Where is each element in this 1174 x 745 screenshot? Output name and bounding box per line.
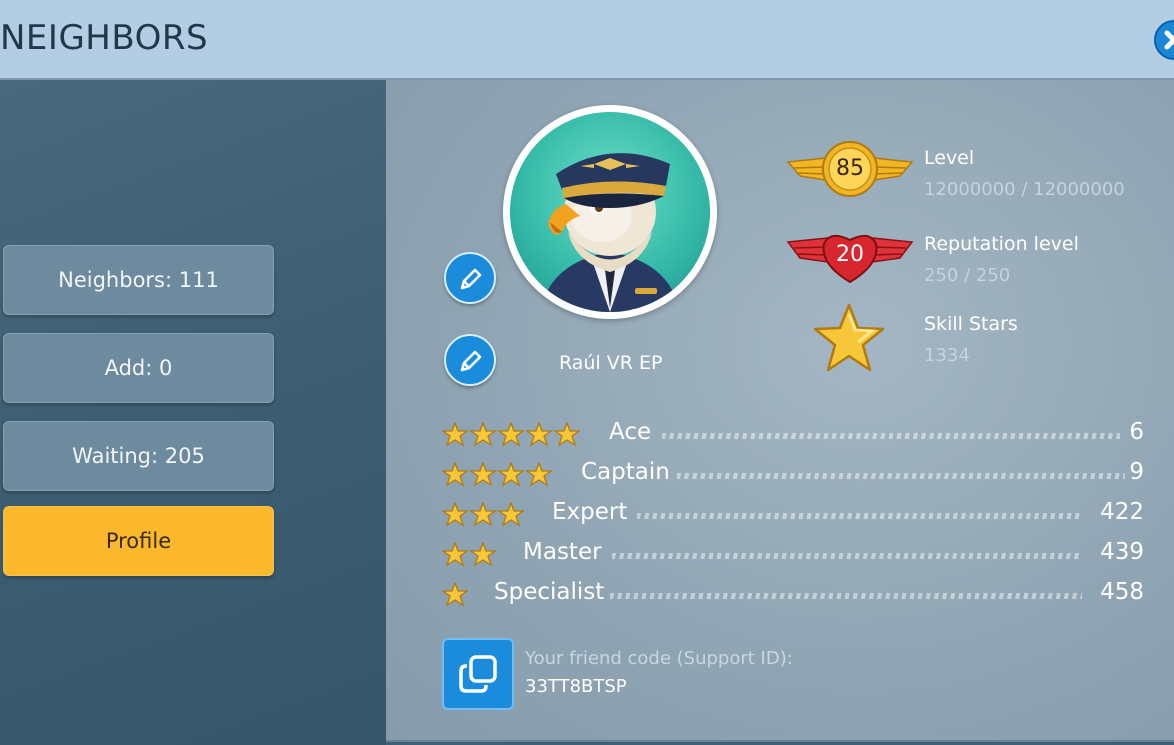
rank-count: 6	[1129, 419, 1144, 445]
rank-stars-4	[442, 462, 555, 488]
sidebar-item-waiting[interactable]: Waiting: 205	[3, 421, 274, 491]
eagle-pilot-avatar-icon	[510, 112, 710, 312]
edit-name-button[interactable]	[444, 334, 496, 386]
level-label: Level	[924, 147, 975, 169]
rank-stars-2	[442, 542, 499, 568]
rank-count: 439	[1100, 539, 1144, 565]
rank-count: 458	[1100, 579, 1144, 605]
level-badge: 85	[836, 156, 864, 181]
rank-stars-1	[442, 582, 470, 608]
sidebar-item-profile[interactable]: Profile	[3, 506, 274, 576]
pencil-icon	[460, 268, 482, 290]
friend-code-label: Your friend code (Support ID):	[525, 648, 793, 669]
rank-row-captain: Captain 9	[442, 458, 1144, 492]
edit-avatar-button[interactable]	[444, 252, 496, 304]
rank-count: 9	[1129, 459, 1144, 485]
close-button[interactable]	[1154, 20, 1174, 60]
rank-name: Captain	[581, 459, 670, 485]
rank-row-expert: Expert 422	[442, 498, 1144, 532]
skill-stars-label: Skill Stars	[924, 313, 1018, 335]
rank-name: Expert	[552, 499, 628, 525]
star-icon	[813, 303, 885, 372]
skill-stars-value: 1334	[924, 345, 970, 366]
rank-stars-3	[442, 502, 527, 528]
sidebar-item-add[interactable]: Add: 0	[3, 333, 274, 403]
reputation-label: Reputation level	[924, 233, 1079, 255]
rank-name: Master	[523, 539, 602, 565]
reputation-value: 250 / 250	[924, 265, 1011, 286]
level-value: 12000000 / 12000000	[924, 179, 1125, 200]
rank-stars-5	[442, 422, 583, 448]
avatar[interactable]	[503, 105, 717, 319]
reputation-badge: 20	[836, 242, 864, 267]
pencil-icon	[460, 350, 482, 372]
rank-row-specialist: Specialist 458	[442, 578, 1144, 612]
sidebar-item-neighbors[interactable]: Neighbors: 111	[3, 245, 274, 315]
rank-divider	[610, 593, 1082, 599]
rank-divider	[677, 473, 1125, 479]
rank-divider	[612, 553, 1082, 559]
rank-row-ace: Ace 6	[442, 418, 1144, 452]
page-title: NEIGHBORS	[0, 18, 209, 58]
copy-friend-code-button[interactable]	[442, 638, 514, 710]
rank-row-master: Master 439	[442, 538, 1144, 572]
rank-divider	[637, 513, 1083, 519]
sidebar: Neighbors: 111 Add: 0 Waiting: 205 Profi…	[0, 80, 386, 745]
close-icon	[1164, 30, 1174, 50]
rank-name: Specialist	[494, 579, 605, 605]
header-bar: NEIGHBORS	[0, 0, 1174, 80]
profile-panel: Raúl VR EP 85 Level 12000000 / 12000000 …	[386, 80, 1174, 742]
player-name: Raúl VR EP	[559, 352, 663, 374]
rank-count: 422	[1100, 499, 1144, 525]
rank-name: Ace	[609, 419, 652, 445]
copy-icon	[459, 655, 497, 693]
rank-divider	[662, 433, 1120, 439]
friend-code-value[interactable]: 33TT8BTSP	[525, 676, 627, 697]
